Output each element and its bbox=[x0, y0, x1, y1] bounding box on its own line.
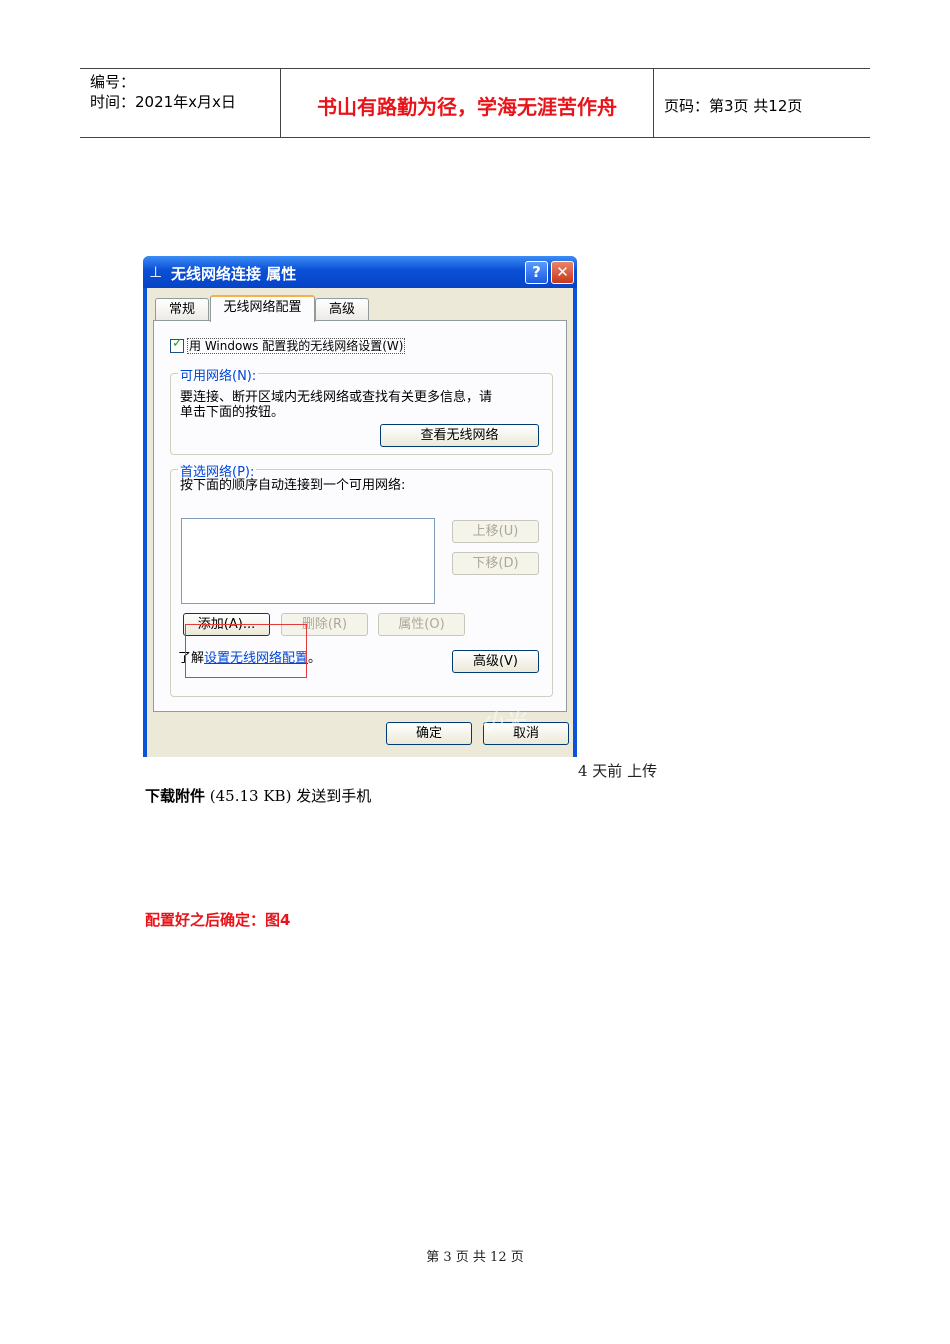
upload-caption: 4 天前 上传 bbox=[578, 762, 658, 780]
wireless-properties-dialog: ⊥ 无线网络连接 属性 ? ✕ 常规 无线网络配置 高级 ✓ 用 Windows … bbox=[143, 256, 577, 757]
page-footer: 第 3 页 共 12 页 bbox=[426, 1250, 524, 1265]
available-networks-title: 可用网络(N): bbox=[178, 365, 259, 384]
tab-general[interactable]: 常规 bbox=[155, 298, 209, 320]
use-windows-row[interactable]: ✓ 用 Windows 配置我的无线网络设置(W) bbox=[170, 335, 406, 354]
download-link[interactable]: 下载附件 bbox=[145, 787, 205, 805]
learn-suffix: 。 bbox=[308, 651, 322, 666]
preferred-text: 按下面的顺序自动连接到一个可用网络: bbox=[180, 478, 406, 493]
use-windows-label: 用 Windows 配置我的无线网络设置(W) bbox=[187, 338, 406, 354]
check-icon: ✓ bbox=[172, 335, 183, 351]
available-text-1: 要连接、断开区域内无线网络或查找有关更多信息，请 bbox=[180, 390, 493, 405]
number-label: 编号： bbox=[90, 73, 136, 91]
dialog-client: 常规 无线网络配置 高级 ✓ 用 Windows 配置我的无线网络设置(W) 可用… bbox=[147, 288, 573, 757]
network-icon: ⊥ bbox=[149, 263, 163, 281]
watermark: 小米 bbox=[481, 710, 526, 735]
motto: 书山有路勤为径，学海无涯苦作舟 bbox=[317, 95, 617, 119]
title-bar: ⊥ 无线网络连接 属性 ? ✕ bbox=[143, 256, 577, 288]
config-caption: 配置好之后确定：图4 bbox=[145, 911, 291, 929]
view-wireless-button[interactable]: 查看无线网络 bbox=[380, 424, 539, 447]
close-button[interactable]: ✕ bbox=[551, 261, 574, 284]
available-text-2: 单击下面的按钮。 bbox=[180, 405, 285, 420]
highlight-box bbox=[185, 624, 307, 678]
tab-advanced[interactable]: 高级 bbox=[315, 298, 369, 320]
header-page-cell: 页码：第3页 共12页 bbox=[654, 69, 870, 137]
tab-wireless-config[interactable]: 无线网络配置 bbox=[210, 295, 315, 322]
ok-button[interactable]: 确定 bbox=[386, 722, 472, 745]
help-button[interactable]: ? bbox=[525, 261, 548, 284]
use-windows-checkbox[interactable]: ✓ bbox=[170, 335, 184, 353]
move-down-button[interactable]: 下移(D) bbox=[452, 552, 539, 575]
header-meta-cell: 编号： 时间：2021年x月x日 bbox=[80, 69, 281, 137]
download-caption: 下载附件 (45.13 KB) 发送到手机 bbox=[145, 785, 371, 806]
move-up-button[interactable]: 上移(U) bbox=[452, 520, 539, 543]
page-label: 页码：第3页 共12页 bbox=[664, 97, 803, 115]
header-motto-cell: 书山有路勤为径，学海无涯苦作舟 bbox=[281, 69, 654, 137]
date-label: 时间：2021年x月x日 bbox=[90, 93, 236, 111]
dialog-title: 无线网络连接 属性 bbox=[171, 265, 297, 283]
download-detail: (45.13 KB) 发送到手机 bbox=[205, 787, 372, 805]
properties-button[interactable]: 属性(O) bbox=[378, 613, 465, 636]
available-networks-group: 可用网络(N): 要连接、断开区域内无线网络或查找有关更多信息，请 单击下面的按… bbox=[170, 365, 553, 455]
advanced-button[interactable]: 高级(V) bbox=[452, 650, 539, 673]
page-header: 编号： 时间：2021年x月x日 书山有路勤为径，学海无涯苦作舟 页码：第3页 … bbox=[80, 68, 870, 138]
preferred-networks-list[interactable] bbox=[181, 518, 435, 604]
